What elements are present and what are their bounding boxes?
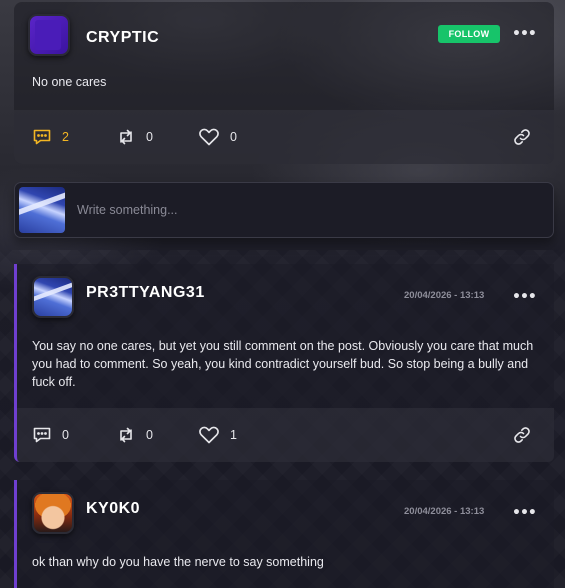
comment-button[interactable]: 2 — [32, 110, 69, 164]
reply-body: You say no one cares, but yet you still … — [32, 339, 534, 389]
avatar[interactable] — [32, 276, 74, 318]
repost-button[interactable]: 0 — [116, 110, 153, 164]
repost-count: 0 — [146, 428, 153, 442]
copy-link-button[interactable] — [512, 408, 532, 462]
link-icon — [514, 427, 530, 443]
comment-composer — [14, 182, 554, 238]
comment-input[interactable] — [77, 195, 537, 225]
more-options-button[interactable]: ••• — [512, 27, 537, 41]
comment-count: 2 — [62, 130, 69, 144]
post-card: CRYPTIC FOLLOW ••• No one cares 2 0 0 — [14, 2, 554, 164]
reply-username[interactable]: KY0K0 — [86, 500, 140, 518]
reply-card: KY0K0 20/04/2026 - 13:13 ••• ok than why… — [14, 480, 554, 588]
reply-username[interactable]: PR3TTYANG31 — [86, 284, 205, 302]
repost-icon — [120, 427, 132, 443]
avatar[interactable] — [28, 14, 70, 56]
more-options-button[interactable]: ••• — [512, 506, 537, 520]
link-icon — [514, 129, 530, 145]
follow-button[interactable]: FOLLOW — [438, 25, 500, 43]
avatar[interactable] — [32, 492, 74, 534]
like-count: 0 — [230, 130, 237, 144]
comment-icon — [33, 129, 51, 145]
comment-count: 0 — [62, 428, 69, 442]
post-action-bar: 2 0 0 — [14, 110, 554, 164]
repost-icon — [120, 129, 132, 145]
repost-button[interactable]: 0 — [116, 408, 153, 462]
like-button[interactable]: 0 — [198, 110, 237, 164]
more-options-button[interactable]: ••• — [512, 290, 537, 304]
post-body: No one cares — [32, 75, 107, 89]
repost-count: 0 — [146, 130, 153, 144]
comment-button[interactable]: 0 — [32, 408, 69, 462]
comment-icon — [33, 427, 51, 443]
heart-icon — [199, 426, 219, 444]
like-count: 1 — [230, 428, 237, 442]
reply-body: ok than why do you have the nerve to say… — [32, 555, 324, 569]
current-user-avatar — [19, 187, 65, 233]
reply-card: PR3TTYANG31 20/04/2026 - 13:13 ••• You s… — [14, 264, 554, 462]
reply-action-bar: 0 0 1 — [17, 408, 554, 462]
post-username[interactable]: CRYPTIC — [86, 29, 159, 47]
heart-icon — [199, 128, 219, 146]
reply-timestamp: 20/04/2026 - 13:13 — [404, 290, 485, 301]
like-button[interactable]: 1 — [198, 408, 237, 462]
copy-link-button[interactable] — [512, 110, 532, 164]
reply-timestamp: 20/04/2026 - 13:13 — [404, 506, 485, 517]
